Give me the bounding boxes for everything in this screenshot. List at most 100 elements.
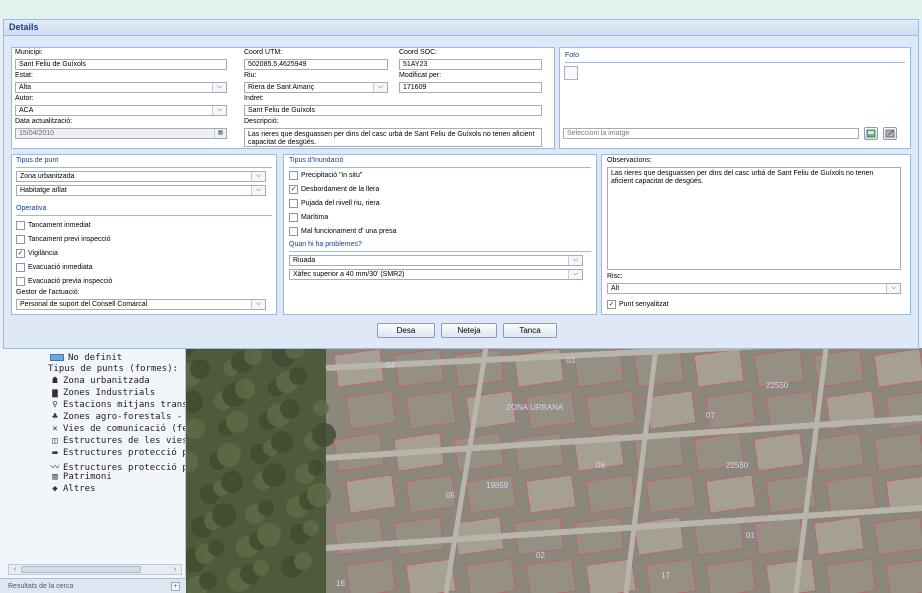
- chevron-down-icon[interactable]: ⌵: [568, 270, 582, 279]
- close-button[interactable]: Tanca: [503, 323, 557, 338]
- save-button[interactable]: Desa: [377, 323, 435, 338]
- map-view[interactable]: ZONA URBANA 04 03 05 06 07 01 02 16 22550 22580 198…: [186, 348, 922, 593]
- city-block: [525, 474, 577, 514]
- city-block: [765, 558, 817, 593]
- scroll-right-icon[interactable]: ›: [170, 565, 180, 574]
- expand-plus-icon[interactable]: +: [171, 582, 180, 591]
- operativa-checkbox-label: Evacuació inmediata: [28, 264, 93, 271]
- coord-utm-field[interactable]: 502085.5,4625949: [244, 59, 388, 70]
- municipi-field[interactable]: Sant Feliu de Guíxols: [15, 59, 227, 70]
- calendar-icon[interactable]: ▦: [214, 129, 226, 138]
- operativa-checkbox[interactable]: Tancament inmediat: [16, 221, 91, 230]
- legend-item-label: Estructures de les vies: [63, 436, 186, 446]
- problemes-detail-select[interactable]: Xàfec superior a 40 mm/30' (SMR2) ⌵: [289, 269, 583, 280]
- clear-button[interactable]: Neteja: [441, 323, 497, 338]
- tree-mark: [253, 560, 269, 576]
- observacions-label: Observacions:: [607, 157, 652, 164]
- city-block: [393, 516, 445, 556]
- city-block: [693, 348, 745, 388]
- chevron-down-icon[interactable]: ⌵: [212, 106, 226, 115]
- operativa-checkbox-box[interactable]: [16, 263, 25, 272]
- window-title: Details: [4, 20, 918, 36]
- operativa-checkbox[interactable]: Evacuació previa inspecció: [16, 277, 112, 286]
- legend-horizontal-scrollbar[interactable]: ‹ ›: [8, 564, 182, 575]
- tree-mark: [217, 443, 241, 467]
- legend-item: ✕ Vies de comunicació (fe: [50, 424, 185, 434]
- operativa-checkbox[interactable]: Tancament previ inspecció: [16, 235, 111, 244]
- operativa-checkbox[interactable]: Evacuació inmediata: [16, 263, 93, 272]
- top-strip: [0, 0, 922, 18]
- punt-senyalitzat-checkbox[interactable]: ✓ Punt senyalitzat: [607, 300, 668, 309]
- map-label: ZONA URBANA: [506, 403, 564, 412]
- legend-item-label: Zona urbanitzada: [63, 376, 150, 386]
- operativa-checkbox[interactable]: ✓ Vigilància: [16, 249, 58, 258]
- results-bar[interactable]: Resultats de la cerca +: [0, 578, 186, 593]
- chevron-down-icon[interactable]: ⌵: [373, 83, 387, 92]
- operativa-checkbox-box[interactable]: [16, 221, 25, 230]
- inundacio-checkbox-box[interactable]: [289, 199, 298, 208]
- delete-image-icon[interactable]: [883, 127, 897, 140]
- city-block: [813, 432, 865, 472]
- upload-image-icon[interactable]: [864, 127, 878, 140]
- legend-panel: No definit Tipus de punts (formes): ☗ Zon…: [0, 348, 186, 593]
- estat-value: Alta: [19, 84, 32, 91]
- inundacio-checkbox[interactable]: Mal funcionament d' una presa: [289, 227, 397, 236]
- inundacio-checkbox-box[interactable]: [289, 227, 298, 236]
- chevron-down-icon[interactable]: ⌵: [886, 284, 900, 293]
- observacions-textarea[interactable]: Las rieres que desguassen per dins del c…: [607, 167, 901, 270]
- map-label: 03: [566, 356, 575, 365]
- operativa-checkbox-box[interactable]: ✓: [16, 249, 25, 258]
- map-label: 02: [536, 551, 545, 560]
- select-image-field[interactable]: Seleccioni la imatge: [563, 128, 859, 139]
- inundacio-checkbox-box[interactable]: [289, 171, 298, 180]
- inundacio-panel: Tipus d'Inundació Precipitació "in situ"…: [283, 154, 597, 315]
- city-block: [705, 390, 757, 430]
- map-canvas[interactable]: ZONA URBANA 04 03 05 06 07 01 02 16 22550 22580 198…: [186, 348, 922, 593]
- risc-select[interactable]: Alt ⌵: [607, 283, 901, 294]
- autor-select[interactable]: ACA ⌵: [15, 105, 227, 116]
- inundacio-checkbox[interactable]: Pujada del nivell riu, riera: [289, 199, 380, 208]
- map-label: 04: [386, 361, 395, 370]
- tipus-punt-select[interactable]: Zona urbanitzada ⌵: [16, 171, 266, 182]
- chevron-down-icon[interactable]: ⌵: [251, 300, 265, 309]
- inundacio-checkbox-box[interactable]: [289, 213, 298, 222]
- coord-soc-field[interactable]: 51AY23: [399, 59, 542, 70]
- legend-item-label: Zones agro-forestals -: [63, 412, 183, 422]
- riu-select[interactable]: Riera de Sant Amanç ⌵: [244, 82, 388, 93]
- inundacio-checkbox-label: Marítima: [301, 214, 329, 221]
- protection-icon: ▬: [52, 448, 58, 458]
- modificat-per-field[interactable]: 171609: [399, 82, 542, 93]
- inundacio-checkbox[interactable]: ✓ Desbordament de la llera: [289, 185, 379, 194]
- subtipus-punt-select[interactable]: Habitatge aïllat ⌵: [16, 185, 266, 196]
- descripcio-textarea[interactable]: Las rieres que desguassen per dins del c…: [244, 128, 542, 147]
- inundacio-checkbox[interactable]: Marítima: [289, 213, 328, 222]
- riu-label: Riu:: [244, 72, 257, 79]
- punt-senyalitzat-box[interactable]: ✓: [607, 300, 616, 309]
- operativa-checkbox-box[interactable]: [16, 235, 25, 244]
- inundacio-checkbox[interactable]: Precipitació "in situ": [289, 171, 362, 180]
- tipus-punt-divider: [16, 167, 272, 168]
- operativa-checkbox-box[interactable]: [16, 277, 25, 286]
- indret-field[interactable]: Sant Feliu de Guíxols: [244, 105, 542, 116]
- data-actualitzacio-label: Data actualització:: [15, 118, 73, 125]
- scroll-left-icon[interactable]: ‹: [10, 565, 20, 574]
- tipus-punt-panel: Tipus de punt Zona urbanitzada ⌵ Habitat…: [11, 154, 277, 315]
- inundacio-checkbox-box[interactable]: ✓: [289, 185, 298, 194]
- chevron-down-icon[interactable]: ⌵: [212, 83, 226, 92]
- gestor-select[interactable]: Personal de suport del Consell Comarcal …: [16, 299, 266, 310]
- tree-mark: [199, 572, 217, 590]
- city-block: [753, 516, 805, 556]
- city-block: [453, 432, 505, 472]
- chevron-down-icon[interactable]: ⌵: [568, 256, 582, 265]
- legend-item-label: Zones Industrials: [63, 388, 156, 398]
- chevron-down-icon[interactable]: ⌵: [251, 172, 265, 181]
- scroll-thumb[interactable]: [21, 566, 141, 573]
- coord-soc-label: Coord SOC:: [399, 49, 438, 56]
- legend-item: ☗ Zona urbanitzada: [50, 376, 150, 386]
- photo-placeholder-icon[interactable]: [564, 66, 578, 80]
- inundacio-divider: [289, 167, 591, 168]
- problemes-select[interactable]: Riuada ⌵: [289, 255, 583, 266]
- chevron-down-icon[interactable]: ⌵: [251, 186, 265, 195]
- estat-select[interactable]: Alta ⌵: [15, 82, 227, 93]
- house-icon: ☗: [52, 376, 58, 386]
